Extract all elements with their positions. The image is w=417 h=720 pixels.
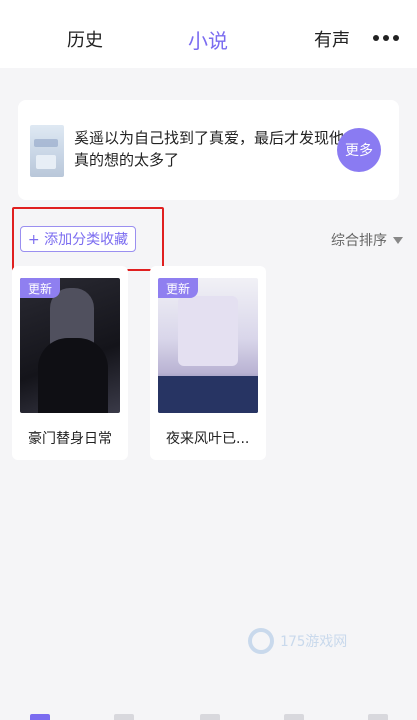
bottom-nav-item[interactable] [114,714,134,720]
update-badge: 更新 [20,278,60,298]
book-title: 夜来风叶已... [166,431,250,447]
watermark-logo-icon [248,628,274,654]
banner-book-thumbnail [30,125,64,177]
sort-dropdown[interactable]: 综合排序 [331,230,403,250]
bottom-nav-item[interactable] [284,714,304,720]
banner-text: 奚遥以为自己找到了真爱，最后才发现他真的想的太多了 [74,129,345,169]
watermark-text: 175游戏网 [280,634,348,650]
book-cover [158,278,258,413]
book-card[interactable]: 更新 夜来风叶已... [150,266,266,460]
recommend-banner[interactable]: 奚遥以为自己找到了真爱，最后才发现他真的想的太多了 更多 [18,100,399,200]
bottom-nav-item[interactable] [30,714,50,720]
bottom-nav-item[interactable] [200,714,220,720]
more-button[interactable]: 更多 [337,128,381,172]
book-cover [20,278,120,413]
book-title: 豪门替身日常 [28,431,112,447]
book-card[interactable]: 更新 豪门替身日常 [12,266,128,460]
update-badge: 更新 [158,278,198,298]
watermark: 175游戏网 [248,628,347,654]
bottom-nav [0,714,417,720]
tab-history[interactable]: 历史 [67,26,103,52]
tab-novel[interactable]: 小说 [188,25,228,54]
caret-down-icon [393,236,403,244]
bottom-nav-item[interactable] [368,714,388,720]
tab-audio[interactable]: 有声 [314,26,350,52]
top-tab-bar: 历史 小说 有声 [0,0,417,68]
add-category-button[interactable]: + 添加分类收藏 [20,226,136,252]
sort-label: 综合排序 [331,233,387,249]
more-dots-icon[interactable] [373,35,399,41]
